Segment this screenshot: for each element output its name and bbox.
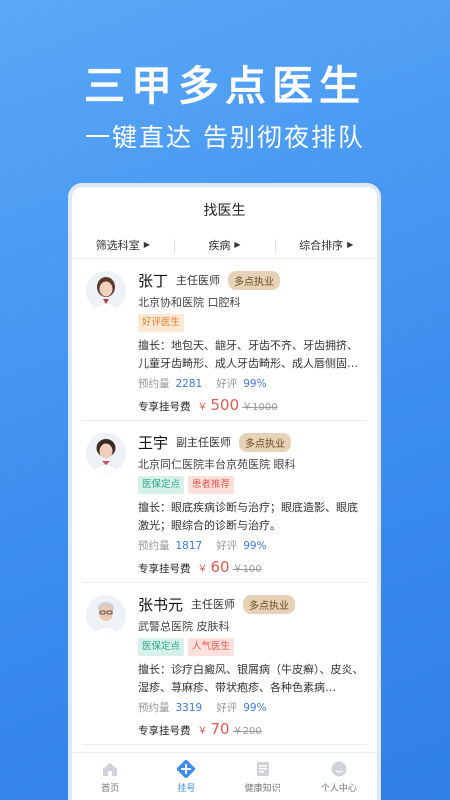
caret-right-icon: ▶ (347, 240, 354, 249)
tag-patient-recommended: 患者推荐 (188, 476, 235, 494)
tab-home[interactable]: 首页 (72, 753, 148, 800)
rating-value: 99% (243, 378, 267, 390)
doctor-stats: 预约量 1817 好评 99% (138, 538, 367, 553)
booking-count: 3319 (175, 702, 203, 714)
doctor-card[interactable]: 张书元 主任医师 多点执业 武警总医院 皮肤科 医保定点 人气医生 擅长：诊疗白… (82, 583, 367, 745)
currency-symbol: ￥ (197, 564, 208, 575)
price: 70 (210, 720, 230, 738)
hospital-department: 北京协和医院 口腔科 (138, 296, 241, 309)
booking-label: 预约量 (138, 540, 170, 552)
fee-label: 专享挂号费 (138, 725, 191, 737)
tab-profile[interactable]: 个人中心 (301, 753, 377, 800)
tab-label: 健康知识 (244, 783, 281, 794)
doctor-title: 主任医师 (191, 598, 236, 611)
caret-right-icon: ▶ (143, 240, 150, 249)
hero-subtitle: 一键直达 告别彻夜排队 (85, 123, 365, 152)
booking-stat: 预约量 2281 (138, 376, 202, 391)
doctor-specialty: 擅长：诊疗白癜风、银屑病（牛皮癣）、皮炎、湿疹、荨麻疹、带状疱疹、各种色素病… (138, 663, 364, 694)
tag-insurance: 医保定点 (138, 638, 185, 656)
doctor-specialty: 擅长：眼底疾病诊断与治疗；眼底造影、眼底激光；眼综合的诊断与治疗。 (138, 501, 358, 532)
doctor-tags: 医保定点 患者推荐 (138, 476, 367, 494)
hospital-department: 武警总医院 皮肤科 (138, 620, 230, 633)
fee-row: 专享挂号费 ￥ 70 ￥200 (138, 720, 367, 738)
booking-stat: 预约量 1817 (138, 538, 202, 553)
tab-register[interactable]: 挂号 (148, 753, 224, 800)
profile-icon (331, 761, 347, 776)
avatar (86, 595, 126, 635)
filter-bar: 筛选科室 ▶ 疾病 ▶ 综合排序 ▶ (72, 235, 377, 259)
doctor-stats: 预约量 3319 好评 99% (138, 700, 367, 715)
doctor-name: 王宇 (138, 433, 169, 452)
price: 500 (210, 396, 240, 414)
filter-label: 综合排序 (299, 238, 344, 252)
doctor-tags: 好评医生 (138, 314, 367, 332)
fee-label: 专享挂号费 (138, 563, 191, 575)
home-icon (103, 762, 118, 776)
doctor-list: 张丁 主任医师 多点执业 北京协和医院 口腔科 好评医生 擅长：地包天、龅牙、牙… (72, 259, 377, 745)
booking-stat: 预约量 3319 (138, 700, 202, 715)
tag-insurance: 医保定点 (138, 476, 185, 494)
phone-screen: 找医生 筛选科室 ▶ 疾病 ▶ 综合排序 ▶ 张丁 主任医师 多点执业 北京协和… (68, 183, 381, 800)
rating-value: 99% (243, 702, 267, 714)
doctor-specialty: 擅长：地包天、龅牙、牙齿不齐、牙齿拥挤、儿童牙齿畸形、成人牙齿畸形、成人唇侧固… (138, 339, 358, 370)
bottom-tabbar: 首页 挂号 健康知识 个人中心 (72, 752, 377, 800)
booking-count: 1817 (175, 540, 203, 552)
doctor-name: 张丁 (138, 271, 169, 290)
avatar (86, 433, 126, 473)
booking-label: 预约量 (138, 702, 170, 714)
rating-stat: 好评 99% (216, 700, 266, 715)
rating-label: 好评 (216, 540, 238, 552)
doctor-name: 张书元 (138, 595, 184, 614)
tab-knowledge[interactable]: 健康知识 (225, 753, 301, 800)
original-price: ￥1000 (242, 402, 278, 413)
currency-symbol: ￥ (197, 402, 208, 413)
booking-count: 2281 (175, 378, 203, 390)
rating-label: 好评 (216, 702, 238, 714)
tab-label: 首页 (101, 783, 120, 794)
doctor-stats: 预约量 2281 好评 99% (138, 376, 367, 391)
multi-practice-badge: 多点执业 (239, 432, 292, 452)
original-price: ￥100 (232, 564, 262, 575)
register-icon (177, 759, 196, 778)
knowledge-icon (256, 761, 269, 776)
doctor-card[interactable]: 张丁 主任医师 多点执业 北京协和医院 口腔科 好评医生 擅长：地包天、龅牙、牙… (82, 259, 367, 421)
filter-sort[interactable]: 综合排序 ▶ (275, 237, 377, 253)
price: 60 (210, 558, 230, 576)
fee-label: 专享挂号费 (138, 401, 191, 413)
tag-good-review: 好评医生 (138, 314, 185, 332)
doctor-title: 主任医师 (176, 274, 221, 287)
doctor-tags: 医保定点 人气医生 (138, 638, 367, 656)
doctor-card[interactable]: 王宇 副主任医师 多点执业 北京同仁医院丰台京苑医院 眼科 医保定点 患者推荐 … (82, 421, 367, 583)
rating-value: 99% (243, 540, 267, 552)
rating-label: 好评 (216, 378, 238, 390)
hero-title: 三甲多点医生 (84, 62, 366, 110)
filter-disease[interactable]: 疾病 ▶ (173, 237, 276, 253)
filter-department[interactable]: 筛选科室 ▶ (72, 237, 174, 253)
avatar (86, 271, 126, 311)
tab-label: 挂号 (177, 783, 196, 794)
rating-stat: 好评 99% (216, 376, 266, 391)
doctor-title: 副主任医师 (176, 436, 232, 449)
hospital-department: 北京同仁医院丰台京苑医院 眼科 (138, 458, 296, 471)
filter-label: 疾病 (208, 238, 231, 252)
tag-popular: 人气医生 (188, 638, 235, 656)
multi-practice-badge: 多点执业 (243, 594, 296, 614)
tab-label: 个人中心 (320, 783, 357, 794)
multi-practice-badge: 多点执业 (228, 270, 281, 290)
screen-title: 找医生 (203, 203, 246, 219)
fee-row: 专享挂号费 ￥ 500 ￥1000 (138, 396, 367, 414)
filter-label: 筛选科室 (95, 238, 140, 252)
booking-label: 预约量 (138, 378, 170, 390)
currency-symbol: ￥ (197, 726, 208, 737)
original-price: ￥200 (232, 726, 262, 737)
fee-row: 专享挂号费 ￥ 60 ￥100 (138, 558, 367, 576)
rating-stat: 好评 99% (216, 538, 266, 553)
caret-right-icon: ▶ (234, 240, 241, 249)
